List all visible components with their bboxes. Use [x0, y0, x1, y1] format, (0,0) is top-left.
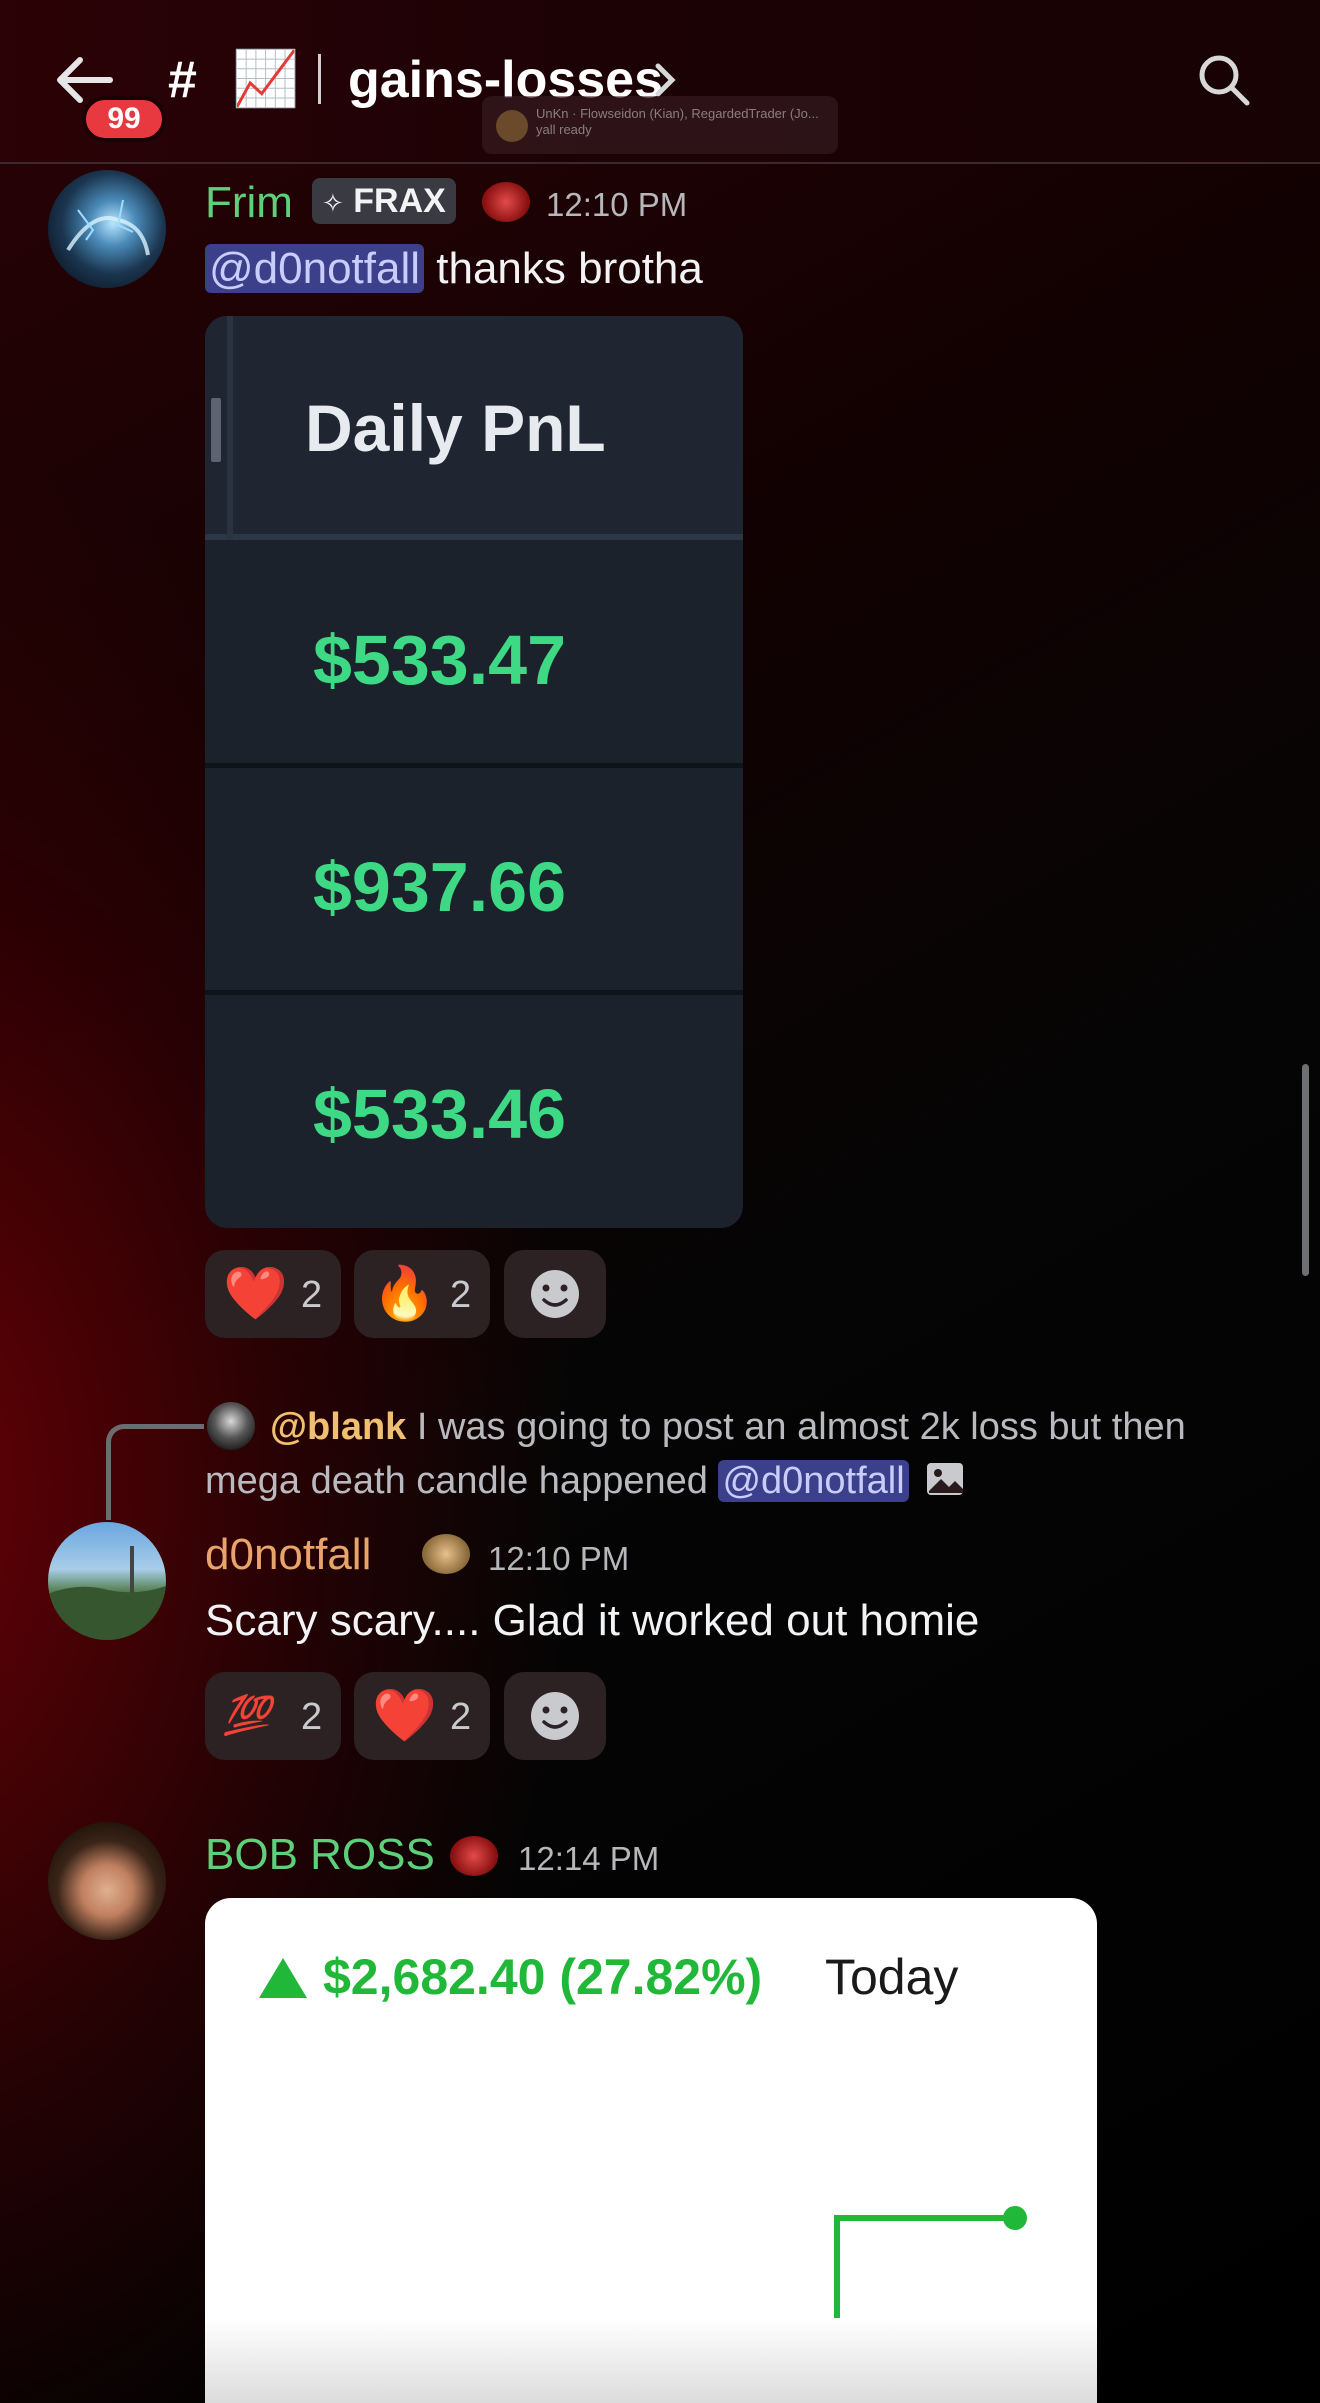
reply-text: mega death candle happened: [205, 1460, 719, 1502]
tag-icon: ✧: [322, 188, 344, 218]
smiley-icon: [531, 1270, 579, 1318]
timestamp: 12:10 PM: [546, 186, 688, 223]
reaction-heart[interactable]: ❤️ 2: [205, 1250, 341, 1338]
smiley-icon: [531, 1692, 579, 1740]
reaction-count: 2: [450, 1696, 472, 1738]
reply-preview-line1[interactable]: @blank I was going to post an almost 2k …: [270, 1406, 1186, 1449]
user-mention[interactable]: @d0notfall: [205, 244, 425, 293]
image-fade: [205, 2318, 1097, 2403]
pnl-value: $533.47: [313, 621, 567, 699]
fire-icon: 🔥: [372, 1265, 437, 1323]
search-icon[interactable]: [1196, 52, 1252, 108]
add-reaction-button[interactable]: [504, 1672, 606, 1760]
username[interactable]: d0notfall: [205, 1530, 371, 1580]
pnl-resize-handle: [211, 398, 221, 462]
chart-endpoint-dot: [1003, 2206, 1027, 2230]
header-divider: [318, 54, 321, 104]
role-badge-icon: [450, 1836, 498, 1876]
hundred-points-icon: 💯: [223, 1695, 271, 1737]
image-icon: [925, 1461, 965, 1497]
reply-connector: [106, 1424, 204, 1520]
heart-icon: ❤️: [372, 1687, 437, 1745]
add-reaction-button[interactable]: [504, 1250, 606, 1338]
reply-preview-line2[interactable]: mega death candle happened @d0notfall: [205, 1460, 965, 1503]
message-content: @d0notfall thanks brotha: [205, 244, 703, 294]
pnl-row: $533.47: [205, 546, 743, 768]
reply-avatar[interactable]: [207, 1402, 255, 1450]
reaction-count: 2: [301, 1274, 323, 1316]
pnl-value: $937.66: [313, 848, 567, 926]
avatar-frim[interactable]: [48, 170, 166, 288]
channel-header: 99 # 📈 gains-losses UnKn · Flowseidon (K…: [0, 0, 1320, 164]
pnl-divider: [227, 316, 233, 540]
message-text: thanks brotha: [424, 244, 703, 293]
pnl-row: $533.46: [205, 1000, 743, 1222]
timestamp: 12:14 PM: [518, 1840, 660, 1877]
avatar-bob-ross[interactable]: [48, 1822, 166, 1940]
message-text: Scary scary.... Glad it worked out homie: [205, 1596, 980, 1645]
pnl-header: Daily PnL: [205, 316, 743, 540]
avatar-d0notfall[interactable]: [48, 1522, 166, 1640]
image-attachment-pnl[interactable]: Daily PnL $533.47 $937.66 $533.46: [205, 316, 743, 1228]
scrollbar[interactable]: [1302, 1064, 1309, 1276]
typing-subtext: yall ready: [536, 122, 592, 137]
image-attachment-portfolio[interactable]: $2,682.40 (27.82%) Today: [205, 1898, 1097, 2403]
unread-badge: 99: [82, 96, 166, 142]
chevron-right-icon[interactable]: [650, 62, 680, 98]
typing-indicator: UnKn · Flowseidon (Kian), RegardedTrader…: [482, 96, 838, 154]
heart-icon: ❤️: [223, 1265, 288, 1323]
username[interactable]: BOB ROSS: [205, 1830, 435, 1880]
role-badge-icon: [482, 182, 530, 222]
guild-tag[interactable]: ✧ FRAX: [312, 178, 456, 224]
reaction-100[interactable]: 💯 2: [205, 1672, 341, 1760]
pnl-value: $533.46: [313, 1075, 567, 1153]
user-mention[interactable]: @d0notfall: [718, 1460, 909, 1502]
tag-label: FRAX: [353, 182, 446, 220]
pnl-row: $937.66: [205, 773, 743, 995]
reaction-count: 2: [450, 1274, 472, 1316]
role-badge-icon: [422, 1534, 470, 1574]
reply-author[interactable]: @blank: [270, 1406, 406, 1448]
typing-users: UnKn · Flowseidon (Kian), RegardedTrader…: [536, 106, 819, 121]
channel-hash-icon: #: [168, 51, 197, 109]
chart-increasing-icon: 📈: [232, 49, 300, 109]
reaction-heart[interactable]: ❤️ 2: [354, 1672, 490, 1760]
timestamp: 12:10 PM: [488, 1540, 630, 1577]
reaction-count: 2: [301, 1696, 323, 1738]
reply-text: I was going to post an almost 2k loss bu…: [406, 1406, 1186, 1448]
reaction-fire[interactable]: 🔥 2: [354, 1250, 490, 1338]
pnl-title: Daily PnL: [305, 391, 606, 465]
username[interactable]: Frim: [205, 178, 293, 228]
typing-avatar: [496, 110, 528, 142]
